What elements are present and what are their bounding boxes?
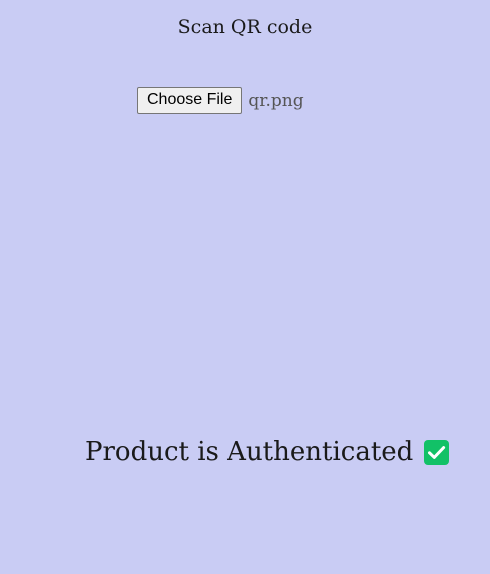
status-message: Product is Authenticated: [85, 437, 414, 467]
file-input[interactable]: Choose File qr.png: [137, 87, 304, 114]
authentication-status: Product is Authenticated: [85, 436, 450, 468]
page-title: Scan QR code: [177, 16, 313, 38]
choose-file-button[interactable]: Choose File: [137, 87, 243, 114]
page: Scan QR code Choose File qr.png Product …: [0, 0, 490, 574]
check-mark-icon: [424, 439, 450, 465]
selected-file-name: qr.png: [248, 90, 304, 111]
